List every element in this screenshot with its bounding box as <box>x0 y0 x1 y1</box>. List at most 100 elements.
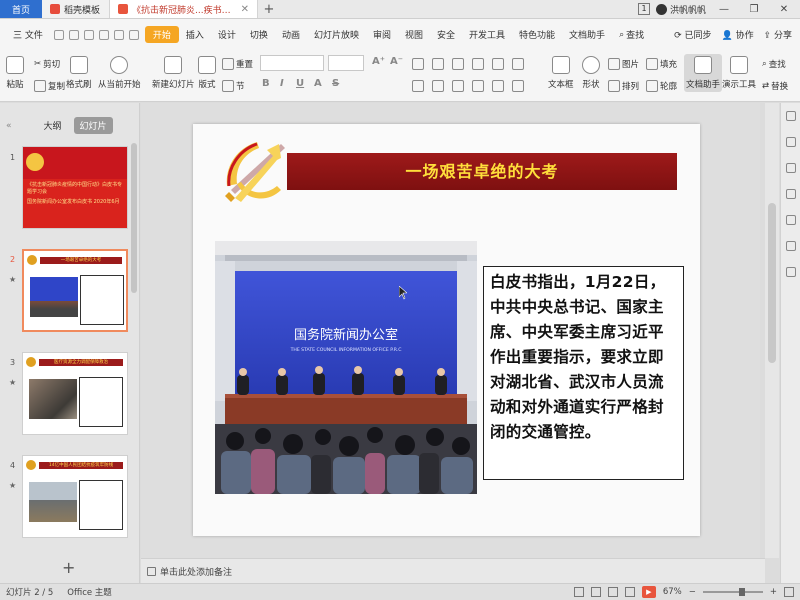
fit-to-window-icon[interactable] <box>784 587 794 597</box>
menu-security[interactable]: 安全 <box>430 28 462 41</box>
menu-design[interactable]: 设计 <box>211 28 243 41</box>
shrink-font-icon[interactable]: A⁻ <box>390 56 403 67</box>
close-window-icon[interactable]: ✕ <box>772 4 796 15</box>
zoom-in-icon[interactable]: + <box>770 587 777 597</box>
textbox-button[interactable]: 文本框 <box>548 56 574 90</box>
align-right-icon[interactable] <box>452 80 464 92</box>
cut-button[interactable]: ✂ 剪切 <box>34 58 60 70</box>
bold-icon[interactable]: B <box>262 78 270 89</box>
zoom-level[interactable]: 67% <box>663 587 682 597</box>
current-slide[interactable]: 一场艰苦卓绝的大考 国务院新闻办公室 THE STATE COUNCIL INF… <box>193 124 700 536</box>
print-icon[interactable] <box>83 29 94 40</box>
zoom-slider[interactable] <box>702 588 763 596</box>
vertical-scrollbar[interactable] <box>765 103 779 558</box>
new-slide-button[interactable]: 新建幻灯片 <box>152 56 195 90</box>
zoom-slider-handle[interactable] <box>738 588 745 596</box>
slideshow-play-icon[interactable]: ▶ <box>641 586 656 598</box>
menu-doc-assistant[interactable]: 文档助手 <box>562 28 612 41</box>
export-pdf-icon[interactable] <box>68 29 79 40</box>
fill-button[interactable]: 填充 <box>646 58 677 70</box>
columns-icon[interactable] <box>512 80 524 92</box>
decrease-indent-icon[interactable] <box>452 58 464 70</box>
paste-button[interactable]: 粘贴 <box>6 56 24 90</box>
new-tab-button[interactable]: + <box>258 0 280 18</box>
reset-button[interactable]: 重置 <box>222 58 253 70</box>
font-name-select[interactable] <box>260 55 324 71</box>
properties-icon[interactable] <box>786 111 796 121</box>
notes-pane[interactable]: 单击此处添加备注 <box>141 558 765 583</box>
notes-toggle-icon[interactable] <box>573 587 584 597</box>
settings-icon[interactable] <box>786 241 796 251</box>
slide-thumbnail-2[interactable]: 一场艰苦卓绝的大考 <box>22 249 128 332</box>
section-button[interactable]: 节 <box>222 80 245 92</box>
present-tools-button[interactable]: 演示工具 <box>722 56 756 90</box>
layout-button[interactable]: 版式 <box>198 56 216 90</box>
doc-assistant-button[interactable]: 文档助手 <box>684 54 723 92</box>
add-slide-button[interactable]: + <box>62 558 75 577</box>
menu-transitions[interactable]: 切换 <box>243 28 275 41</box>
animation-icon[interactable] <box>786 189 796 199</box>
tab-home[interactable]: 首页 <box>0 0 42 18</box>
sorter-view-icon[interactable] <box>607 587 618 597</box>
tab-count-badge[interactable]: 1 <box>637 3 650 15</box>
tab-slides[interactable]: 幻灯片 <box>73 117 113 134</box>
format-painter-button[interactable]: 格式刷 <box>66 56 92 90</box>
italic-icon[interactable]: I <box>280 78 284 89</box>
reading-view-icon[interactable] <box>624 587 635 597</box>
scrollbar-thumb[interactable] <box>768 203 776 363</box>
sync-button[interactable]: ⟳ 已同步 <box>674 28 711 41</box>
increase-indent-icon[interactable] <box>472 58 484 70</box>
strikethrough-icon[interactable]: S <box>332 78 339 89</box>
slide-thumbnail-4[interactable]: 14亿中国人民团结抗疫筑牢防线 <box>22 455 128 538</box>
slide-title[interactable]: 一场艰苦卓绝的大考 <box>287 153 677 190</box>
collaborate-button[interactable]: 👤 协作 <box>721 28 753 41</box>
text-direction-icon[interactable] <box>512 58 524 70</box>
more-icon[interactable] <box>786 267 796 277</box>
slide-thumbnail-3[interactable]: 医疗资源全力调配保障救治 <box>22 352 128 435</box>
magic-icon[interactable] <box>786 163 796 173</box>
arrange-button[interactable]: 排列 <box>608 80 639 92</box>
shape-button[interactable]: 形状 <box>582 56 600 90</box>
font-size-select[interactable] <box>328 55 364 71</box>
menu-developer[interactable]: 开发工具 <box>462 28 512 41</box>
menu-features[interactable]: 特色功能 <box>512 28 562 41</box>
tab-document[interactable]: 《抗击新冠肺炎...疾书专题学习会 ✕ <box>110 0 258 18</box>
tab-templates[interactable]: 稻壳模板 <box>42 0 110 18</box>
notes-placeholder[interactable]: 单击此处添加备注 <box>160 565 232 578</box>
minimize-icon[interactable]: — <box>712 4 736 15</box>
line-spacing-icon[interactable] <box>492 58 504 70</box>
distribute-icon[interactable] <box>492 80 504 92</box>
menu-view[interactable]: 视图 <box>398 28 430 41</box>
menu-slideshow[interactable]: 幻灯片放映 <box>307 28 366 41</box>
numbered-list-icon[interactable] <box>432 58 444 70</box>
undo-icon[interactable] <box>113 29 124 40</box>
select-icon[interactable] <box>786 137 796 147</box>
share-button[interactable]: ⇪ 分享 <box>764 28 792 41</box>
close-tab-icon[interactable]: ✕ <box>241 4 249 15</box>
user-account[interactable]: 洪帆帆帆 <box>655 3 706 16</box>
search-button[interactable]: ⌕ 查找 <box>612 28 651 42</box>
align-left-icon[interactable] <box>412 80 424 92</box>
menu-file[interactable]: 三 文件 <box>6 28 50 41</box>
menu-animations[interactable]: 动画 <box>275 28 307 41</box>
underline-icon[interactable]: U <box>296 78 304 89</box>
save-icon[interactable] <box>53 29 64 40</box>
slide-body-textbox[interactable]: 白皮书指出，1月22日，中共中央总书记、国家主席、中央军委主席习近平作出重要指示… <box>483 266 684 480</box>
slide-thumbnail-1[interactable]: 《抗击新冠肺炎疫情的中国行动》白皮书专题学习会 国务院新闻办公室发布白皮书 20… <box>22 146 128 229</box>
print-preview-icon[interactable] <box>98 29 109 40</box>
find-button[interactable]: ⌕ 查找 <box>762 58 786 70</box>
zoom-out-icon[interactable]: − <box>689 587 696 597</box>
outline-button[interactable]: 轮廓 <box>646 80 677 92</box>
transition-icon[interactable] <box>786 215 796 225</box>
collapse-panel-icon[interactable]: « <box>6 121 12 131</box>
menu-insert[interactable]: 插入 <box>179 28 211 41</box>
menu-home[interactable]: 开始 <box>144 26 179 43</box>
thumbnail-scrollbar[interactable] <box>131 143 137 293</box>
justify-icon[interactable] <box>472 80 484 92</box>
font-color-icon[interactable]: A <box>314 78 322 89</box>
replace-button[interactable]: ⇄ 替换 <box>762 80 788 92</box>
tab-outline[interactable]: 大纲 <box>44 119 62 132</box>
bullet-list-icon[interactable] <box>412 58 424 70</box>
redo-icon[interactable] <box>128 29 139 40</box>
align-center-icon[interactable] <box>432 80 444 92</box>
